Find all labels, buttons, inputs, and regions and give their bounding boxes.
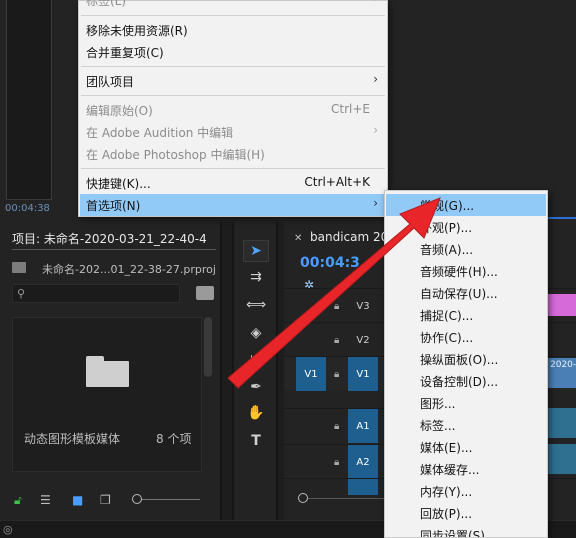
zoom-slider-knob[interactable] — [132, 494, 142, 504]
preferences-submenu: 常规(G)... 外观(P)... 音频(A)... 音频硬件(H)... 自动… — [384, 190, 548, 538]
project-search-input[interactable]: ⚲ — [12, 284, 180, 303]
project-panel-title[interactable]: 项目: 未命名-2020-03-21_22-40-4 — [12, 230, 207, 247]
menu-item-keyboard-shortcuts[interactable]: 快捷键(K)... Ctrl+Alt+K — [80, 172, 386, 194]
project-menu: 标签(L) › 移除未使用资源(R) 合并重复项(C) 团队项目 › 编辑原始(… — [78, 0, 388, 217]
submenu-item-general[interactable]: 常规(G)... — [386, 194, 546, 216]
freeform-view-icon[interactable]: ❐ — [100, 493, 111, 507]
selection-tool-icon[interactable]: ➤ — [243, 240, 269, 262]
hand-tool-icon[interactable]: ✋ — [243, 402, 269, 424]
project-file-row: 未命名-202...01_22-38-27.prproj — [12, 261, 216, 277]
menu-item-preferences[interactable]: 首选项(N) › — [80, 194, 386, 216]
project-file-name: 未命名-202...01_22-38-27.prproj — [42, 263, 216, 276]
timeline-timecode[interactable]: 00:04:3 — [300, 255, 360, 271]
submenu-item-sync-settings[interactable]: 同步设置(S)... — [386, 524, 546, 537]
project-panel: 项目: 未命名-2020-03-21_22-40-4 未命名-202...01_… — [0, 222, 222, 520]
menu-separator — [81, 15, 385, 16]
track-target-a3[interactable] — [348, 479, 378, 495]
timeline-clip-a2[interactable] — [548, 444, 576, 474]
timeline-zoom-knob[interactable] — [298, 493, 308, 503]
lock-icon[interactable]: 🔒︎ — [334, 457, 339, 468]
menu-separator — [81, 168, 385, 169]
menu-separator — [81, 95, 385, 96]
track-target-v1[interactable]: V1 — [348, 357, 378, 391]
close-icon[interactable]: ✕ — [294, 233, 302, 244]
submenu-item-control-surface[interactable]: 操纵面板(O)... — [386, 348, 546, 370]
submenu-item-audio[interactable]: 音频(A)... — [386, 238, 546, 260]
menu-separator — [81, 66, 385, 67]
track-name: V3 — [356, 300, 370, 312]
lock-icon[interactable]: 🔒︎ — [334, 301, 339, 312]
ripple-edit-tool-icon[interactable]: ⟺ — [243, 294, 269, 316]
chevron-right-icon: › — [373, 72, 378, 86]
submenu-item-collaboration[interactable]: 协作(C)... — [386, 326, 546, 348]
clip-label: 2020-0 — [550, 360, 576, 370]
track-name: V2 — [356, 334, 370, 346]
submenu-item-appearance[interactable]: 外观(P)... — [386, 216, 546, 238]
monitor-timecode[interactable]: 00:04:38 — [5, 203, 50, 214]
submenu-item-labels[interactable]: 标签... — [386, 414, 546, 436]
list-view-icon[interactable]: ☰ — [40, 493, 51, 507]
project-panel-footer: 🔓︎ ☰ ■ ❐ — [0, 490, 222, 510]
monitor-viewer — [6, 0, 52, 200]
submenu-item-media-cache[interactable]: 媒体缓存... — [386, 458, 546, 480]
tab-underline — [12, 249, 216, 250]
slip-tool-icon[interactable]: ⊢ — [243, 350, 269, 372]
submenu-item-auto-save[interactable]: 自动保存(U)... — [386, 282, 546, 304]
lock-icon[interactable]: 🔒︎ — [334, 369, 339, 380]
menu-item-consolidate-duplicates[interactable]: 合并重复项(C) — [80, 41, 386, 63]
submenu-item-memory[interactable]: 内存(Y)... — [386, 480, 546, 502]
pen-tool-icon[interactable]: ✒ — [243, 376, 269, 398]
submenu-item-media[interactable]: 媒体(E)... — [386, 436, 546, 458]
timeline-clip-v1[interactable]: 2020-0 — [548, 358, 576, 388]
background-task-icon[interactable]: ◎ — [3, 523, 13, 536]
submenu-item-device-control[interactable]: 设备控制(D)... — [386, 370, 546, 392]
submenu-item-audio-hardware[interactable]: 音频硬件(H)... — [386, 260, 546, 282]
bin-item-count: 8 个项 — [156, 432, 192, 446]
lock-icon[interactable]: 🔓︎ — [14, 493, 22, 508]
icon-view-icon[interactable]: ■ — [72, 493, 83, 507]
razor-tool-icon[interactable]: ◈ — [243, 322, 269, 344]
zoom-slider-track[interactable] — [136, 499, 200, 500]
menu-item-label[interactable]: 标签(L) › — [80, 0, 386, 11]
project-scrollbar[interactable] — [204, 317, 212, 377]
new-search-bin-button[interactable] — [196, 286, 214, 300]
folder-icon — [86, 356, 129, 387]
timeline-clip-v3[interactable] — [548, 294, 576, 316]
bin-label: 动态图形模板媒体 — [24, 432, 121, 446]
search-icon: ⚲ — [17, 287, 26, 300]
lock-icon[interactable]: 🔒︎ — [334, 421, 339, 432]
track-select-tool-icon[interactable]: ⇉ — [243, 266, 269, 288]
submenu-item-playback[interactable]: 回放(P)... — [386, 502, 546, 524]
menu-item-team-projects[interactable]: 团队项目 › — [80, 70, 386, 92]
menu-item-edit-in-audition[interactable]: 在 Adobe Audition 中编辑 › — [80, 121, 386, 143]
track-target-a2[interactable]: A2 — [348, 445, 378, 479]
project-folder-icon — [12, 262, 26, 273]
type-tool-icon[interactable]: T — [243, 430, 269, 452]
lock-icon[interactable]: 🔒︎ — [334, 335, 339, 346]
menu-item-edit-original[interactable]: 编辑原始(O) Ctrl+E — [80, 99, 386, 121]
tools-panel: ➤ ⇉ ⟺ ◈ ⊢ ✒ ✋ T — [232, 222, 278, 520]
menu-item-edit-in-photoshop[interactable]: 在 Adobe Photoshop 中编辑(H) — [80, 143, 386, 165]
track-target-a1[interactable]: A1 — [348, 409, 378, 443]
source-patch-v1[interactable]: V1 — [296, 357, 326, 391]
submenu-item-graphics[interactable]: 图形... — [386, 392, 546, 414]
chevron-right-icon: › — [373, 0, 378, 5]
menu-item-remove-unused[interactable]: 移除未使用资源(R) — [80, 19, 386, 41]
chevron-right-icon: › — [373, 196, 378, 210]
bin-thumbnail[interactable]: 动态图形模板媒体 8 个项 — [12, 317, 202, 472]
chevron-right-icon: › — [373, 123, 378, 137]
timeline-clip-a1[interactable] — [548, 408, 576, 438]
submenu-item-capture[interactable]: 捕捉(C)... — [386, 304, 546, 326]
